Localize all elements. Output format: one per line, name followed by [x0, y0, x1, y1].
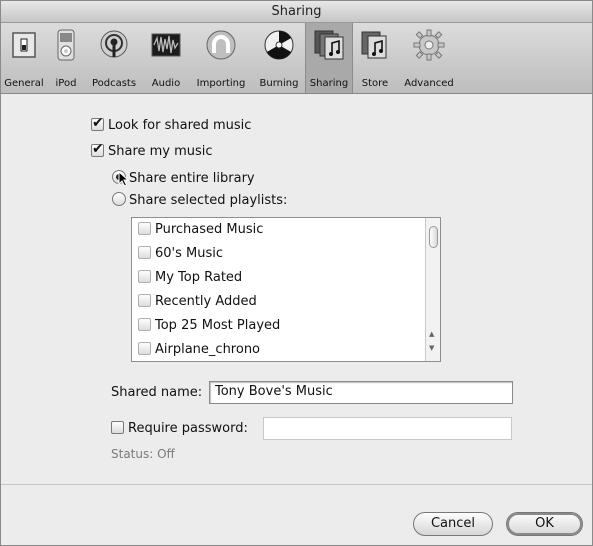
shared-name-label: Shared name:	[111, 385, 203, 400]
list-item[interactable]: Airplane_chrono	[138, 342, 260, 357]
tab-general[interactable]: General	[3, 27, 45, 91]
audio-waveform-icon	[150, 29, 182, 61]
password-field[interactable]	[263, 417, 512, 440]
look-for-shared-checkbox[interactable]	[91, 115, 104, 131]
playlist-checkbox[interactable]	[138, 318, 151, 331]
mouse-pointer-icon	[118, 171, 130, 187]
look-for-shared-label: Look for shared music	[108, 118, 252, 133]
share-selected-playlists-radio[interactable]	[112, 192, 126, 206]
tab-store-label: Store	[361, 78, 389, 89]
status-text: Status: Off	[111, 447, 175, 461]
sharing-music-icon	[313, 29, 345, 61]
playlist-label: Top 25 Most Played	[155, 318, 281, 333]
list-item[interactable]: 60's Music	[138, 246, 223, 261]
shared-name-field[interactable]: Tony Bove's Music	[209, 381, 513, 404]
divider	[1, 484, 592, 485]
store-icon	[359, 29, 391, 61]
ok-button[interactable]: OK	[506, 512, 583, 536]
require-password-checkbox[interactable]	[111, 421, 124, 434]
playlist-label: Recently Added	[155, 294, 257, 309]
tab-audio[interactable]: Audio	[143, 27, 189, 91]
tab-sharing[interactable]: Sharing	[305, 23, 353, 93]
tab-general-label: General	[4, 78, 44, 89]
scroll-down-arrow-icon[interactable]: ▼	[429, 344, 434, 352]
tab-advanced-label: Advanced	[404, 78, 454, 89]
tab-burning[interactable]: Burning	[253, 27, 305, 91]
list-item[interactable]: Purchased Music	[138, 222, 263, 237]
playlist-scrollbar[interactable]: ▲ ▼	[425, 218, 440, 361]
share-entire-library-label: Share entire library	[129, 171, 255, 186]
tab-advanced[interactable]: Advanced	[397, 27, 461, 91]
burning-disc-icon	[263, 29, 295, 61]
tab-ipod[interactable]: iPod	[48, 27, 84, 91]
tab-importing-label: Importing	[196, 78, 246, 89]
list-item[interactable]: Top 25 Most Played	[138, 318, 280, 333]
list-item[interactable]: My Top Rated	[138, 270, 242, 285]
importing-icon	[205, 29, 237, 61]
tab-ipod-label: iPod	[55, 78, 77, 89]
share-selected-playlists-option[interactable]: Share selected playlists:	[112, 192, 287, 208]
playlist-label: My Top Rated	[155, 270, 243, 285]
playlist-label: Purchased Music	[155, 222, 264, 237]
tab-store[interactable]: Store	[355, 27, 395, 91]
tab-sharing-label: Sharing	[309, 78, 349, 89]
tab-audio-label: Audio	[151, 78, 181, 89]
playlist-checkbox[interactable]	[138, 270, 151, 283]
tab-burning-label: Burning	[259, 78, 299, 89]
list-item[interactable]: Recently Added	[138, 294, 257, 309]
playlist-checkbox[interactable]	[138, 342, 151, 355]
ipod-icon	[50, 29, 82, 61]
podcast-icon	[98, 29, 130, 61]
preferences-window: Sharing General iPod Podcasts Audio Impo…	[0, 0, 593, 546]
require-password-label: Require password:	[128, 421, 248, 436]
tab-podcasts-label: Podcasts	[91, 78, 137, 89]
share-entire-library-option[interactable]: Share entire library	[112, 170, 255, 186]
preferences-toolbar: General iPod Podcasts Audio Importing Bu…	[1, 23, 592, 94]
playlist-checkbox[interactable]	[138, 246, 151, 259]
playlist-checkbox[interactable]	[138, 294, 151, 307]
playlist-list[interactable]: Purchased Music 60's Music My Top Rated …	[131, 217, 441, 362]
scrollbar-thumb[interactable]	[429, 226, 438, 248]
share-my-music-option[interactable]: Share my music	[91, 141, 213, 159]
gear-icon	[413, 29, 445, 61]
window-title: Sharing	[1, 1, 592, 23]
playlist-label: 60's Music	[155, 246, 224, 261]
share-selected-playlists-label: Share selected playlists:	[129, 193, 288, 208]
look-for-shared-option[interactable]: Look for shared music	[91, 115, 252, 133]
tab-importing[interactable]: Importing	[191, 27, 251, 91]
share-my-music-label: Share my music	[108, 144, 213, 159]
require-password-option[interactable]: Require password:	[111, 421, 248, 436]
share-my-music-checkbox[interactable]	[91, 141, 104, 157]
playlist-label: Airplane_chrono	[155, 342, 261, 357]
playlist-checkbox[interactable]	[138, 222, 151, 235]
general-switch-icon	[8, 29, 40, 61]
scroll-up-arrow-icon[interactable]: ▲	[429, 330, 434, 338]
sharing-panel: Look for shared music Share my music Sha…	[1, 95, 592, 546]
cancel-button[interactable]: Cancel	[413, 512, 493, 536]
tab-podcasts[interactable]: Podcasts	[87, 27, 141, 91]
